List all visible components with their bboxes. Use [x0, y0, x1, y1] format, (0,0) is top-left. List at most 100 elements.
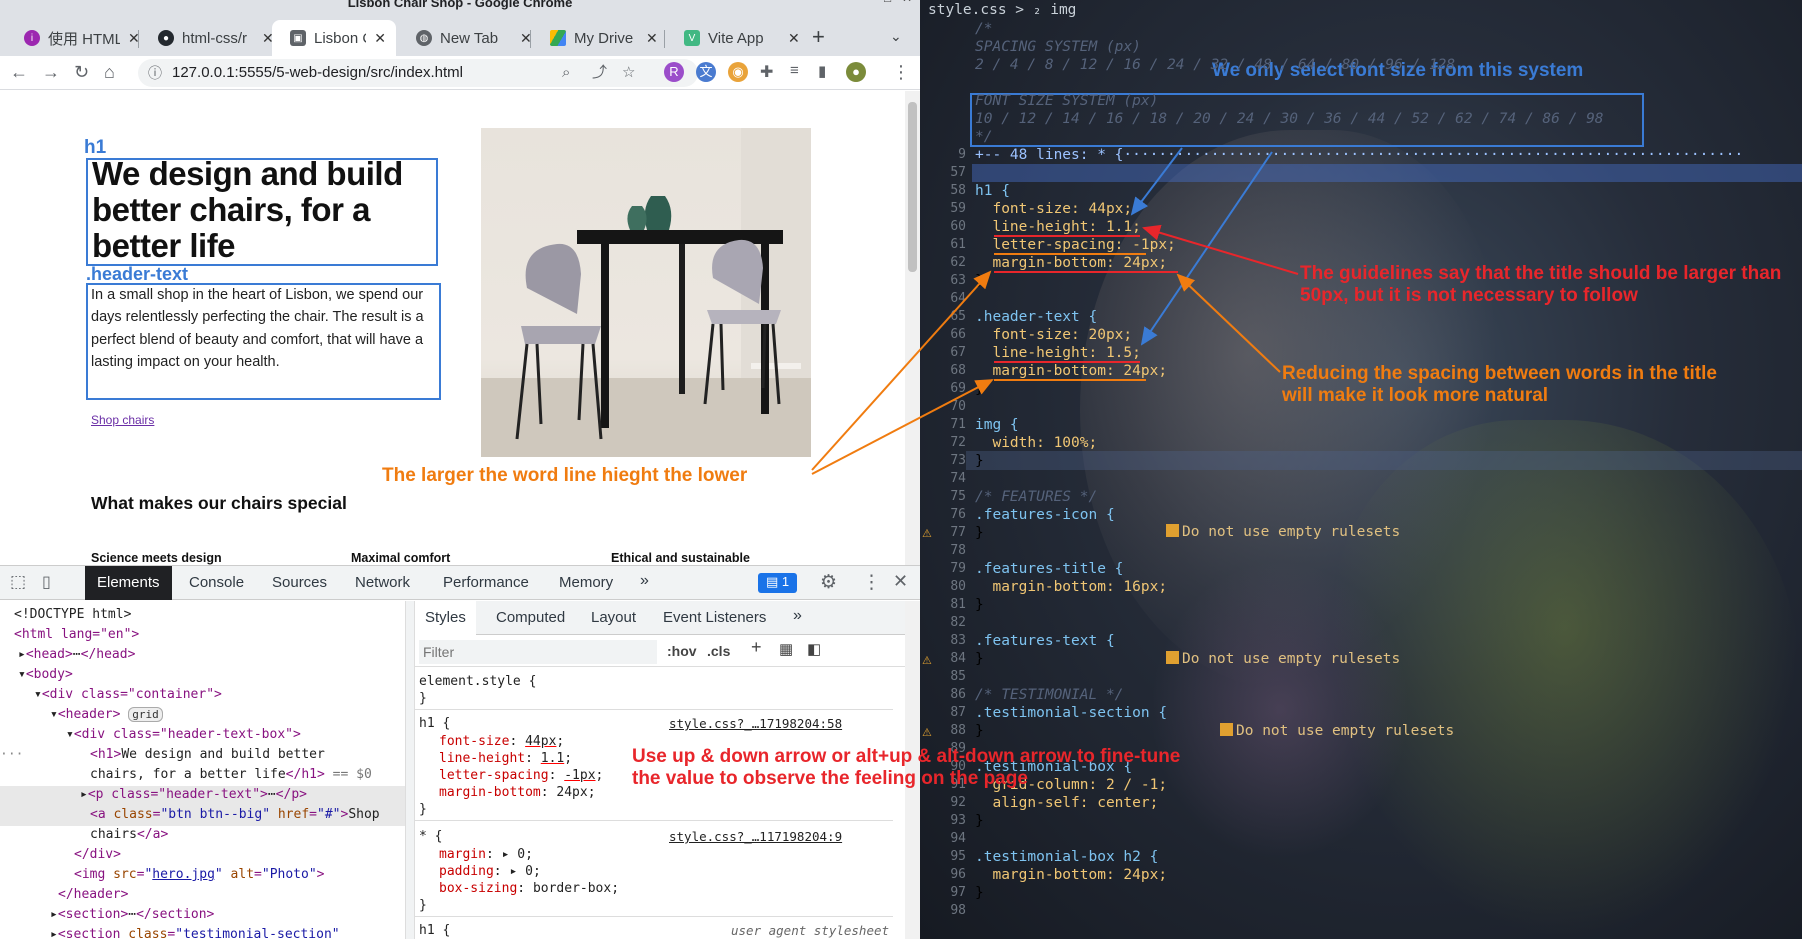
code-line[interactable]: .features-icon {	[975, 507, 1115, 523]
h1-rule-source-link[interactable]: style.css?_…17198204:58	[669, 715, 842, 732]
code-line[interactable]: font-size: 20px;	[975, 327, 1132, 343]
code-line[interactable]: .features-text {	[975, 633, 1115, 649]
section-node[interactable]: ▸<section>⋯</section>	[50, 905, 214, 925]
h1-rule-selector[interactable]: h1 {	[419, 715, 450, 732]
code-line[interactable]: /* TESTIMONIAL */	[975, 687, 1123, 703]
extension-icon[interactable]: R	[664, 62, 684, 82]
code-line[interactable]: img {	[975, 417, 1019, 433]
panel-splitter[interactable]	[405, 601, 415, 939]
header-node[interactable]: ▾<header> grid	[50, 705, 163, 725]
shop-chairs-link[interactable]: Shop chairs	[91, 413, 154, 427]
reload-icon[interactable]: ↻	[74, 62, 89, 83]
doctype-node[interactable]: <!DOCTYPE html>	[14, 605, 131, 625]
tab-5[interactable]: V Vite App ✕	[666, 20, 810, 56]
head-node[interactable]: ▸<head>⋯</head>	[18, 645, 135, 665]
close-tab-icon[interactable]: ✕	[788, 30, 800, 47]
code-line[interactable]: align-self: center;	[975, 795, 1158, 811]
code-line[interactable]: +-- 48 lines: * {·······················…	[975, 147, 1743, 163]
puzzle-icon[interactable]: ✚	[760, 62, 773, 82]
styles-tab-computed[interactable]: Computed	[496, 609, 565, 626]
styles-filter-input[interactable]	[419, 640, 657, 664]
maximize-icon[interactable]: □	[884, 0, 891, 4]
a-btn-node-line2[interactable]: chairs</a>	[90, 825, 168, 845]
h1-node-line2[interactable]: chairs, for a better life</h1> == $0	[90, 765, 400, 785]
code-line[interactable]: /* FEATURES */	[975, 489, 1097, 505]
code-line[interactable]: }	[975, 651, 984, 667]
code-line[interactable]: .testimonial-section {	[975, 705, 1167, 721]
tab-4[interactable]: My Drive ✕	[532, 20, 668, 56]
styles-tab-layout[interactable]: Layout	[591, 609, 636, 626]
more-tabs-icon[interactable]: »	[793, 607, 802, 624]
code-line[interactable]: */	[975, 129, 992, 145]
code-line[interactable]: }	[975, 597, 984, 613]
close-tab-icon[interactable]: ✕	[374, 30, 386, 47]
element-style-rule[interactable]: element.style {	[419, 673, 536, 690]
menu-icon[interactable]: ⋮	[892, 62, 910, 83]
add-rule-icon[interactable]: +	[751, 638, 762, 656]
styles-tab-styles[interactable]: Styles	[415, 601, 476, 635]
styles-tab-event-listeners[interactable]: Event Listeners	[663, 609, 766, 626]
div-close-node[interactable]: </div>	[74, 845, 121, 865]
close-tab-icon[interactable]: ✕	[646, 30, 658, 47]
code-line[interactable]: 2 / 4 / 8 / 12 / 16 / 24 / 32 / 48 / 64 …	[975, 57, 1455, 73]
minimize-icon[interactable]: —	[862, 0, 874, 4]
code-line[interactable]: SPACING SYSTEM (px)	[975, 39, 1141, 55]
new-tab-icon[interactable]: +	[812, 24, 825, 50]
container-node[interactable]: ▾<div class="container">	[34, 685, 222, 705]
close-window-icon[interactable]: ✕	[902, 0, 912, 4]
code-line[interactable]: }	[975, 885, 984, 901]
toggle-sidebar-icon[interactable]: ◧	[807, 641, 821, 658]
devtools-tab-sources[interactable]: Sources	[272, 574, 327, 591]
cls-button[interactable]: .cls	[707, 643, 730, 660]
home-icon[interactable]: ⌂	[104, 62, 115, 83]
gear-icon[interactable]: ⚙	[820, 571, 837, 594]
elements-tree[interactable]: <!DOCTYPE html> <html lang="en"> ▸<head>…	[0, 601, 405, 939]
hov-button[interactable]: :hov	[667, 643, 697, 660]
share-icon[interactable]: ⤴	[592, 59, 607, 87]
code-line[interactable]: }	[975, 525, 984, 541]
back-icon[interactable]: ←	[10, 62, 28, 83]
css-property-row[interactable]: font-size: 44px;	[439, 733, 564, 750]
code-line[interactable]: margin-bottom: 24px;	[975, 363, 1167, 379]
media-icon[interactable]: ≡	[790, 62, 799, 79]
star-rule-source-link[interactable]: style.css?_…117198204:9	[669, 828, 842, 845]
device-toolbar-icon[interactable]: ▯	[42, 572, 51, 592]
code-line[interactable]: line-height: 1.5;	[975, 345, 1140, 361]
css-property-row[interactable]: line-height: 1.1;	[439, 750, 572, 767]
code-line[interactable]: .testimonial-box h2 {	[975, 849, 1158, 865]
translate-icon[interactable]: 文	[696, 62, 716, 82]
img-node[interactable]: <img src="hero.jpg" alt="Photo">	[74, 865, 325, 885]
more-tabs-icon[interactable]: »	[640, 572, 649, 590]
p-header-text-node[interactable]: ▸<p class="header-text">⋯</p>	[80, 785, 307, 805]
side-panel-icon[interactable]: ▮	[818, 62, 826, 80]
code-line[interactable]: .header-text {	[975, 309, 1097, 325]
code-line[interactable]: font-size: 44px;	[975, 201, 1132, 217]
code-line[interactable]: 10 / 12 / 14 / 16 / 18 / 20 / 24 / 30 / …	[975, 111, 1604, 127]
chevron-down-icon[interactable]: ⌄	[890, 28, 902, 45]
address-bar[interactable]: ⓘ 127.0.0.1:5555/5-web-design/src/index.…	[138, 59, 698, 87]
forward-icon[interactable]: →	[42, 62, 60, 83]
code-line[interactable]: line-height: 1.1;	[975, 219, 1140, 235]
close-devtools-icon[interactable]: ✕	[893, 571, 908, 592]
code-line[interactable]: }	[975, 813, 984, 829]
devtools-tab-network[interactable]: Network	[355, 574, 410, 591]
devtools-tab-memory[interactable]: Memory	[559, 574, 613, 591]
body-node[interactable]: ▾<body>	[18, 665, 73, 685]
code-line[interactable]: width: 100%;	[975, 435, 1097, 451]
code-line[interactable]: .features-title {	[975, 561, 1123, 577]
zoom-icon[interactable]: ⌕	[562, 59, 570, 87]
devtools-tab-performance[interactable]: Performance	[443, 574, 529, 591]
tab-3[interactable]: ◍ New Tab ✕	[398, 20, 542, 56]
tab-2-active[interactable]: ▣ Lisbon Ch ✕	[272, 20, 396, 56]
css-property-row[interactable]: box-sizing: border-box;	[439, 880, 619, 897]
devtools-tab-console[interactable]: Console	[189, 574, 244, 591]
issues-badge[interactable]: ▤ 1	[758, 573, 798, 593]
code-line[interactable]: letter-spacing: -1px;	[975, 237, 1175, 253]
ua-rule-selector[interactable]: h1 {	[419, 922, 450, 939]
code-line[interactable]: h1 {	[975, 183, 1010, 199]
header-close-node[interactable]: </header>	[58, 885, 128, 905]
page-scroll-thumb[interactable]	[908, 102, 917, 272]
h1-node[interactable]: <h1>We design and build better	[90, 745, 400, 765]
cookie-icon[interactable]: ◉	[728, 62, 748, 82]
css-property-row[interactable]: letter-spacing: -1px;	[439, 767, 603, 784]
